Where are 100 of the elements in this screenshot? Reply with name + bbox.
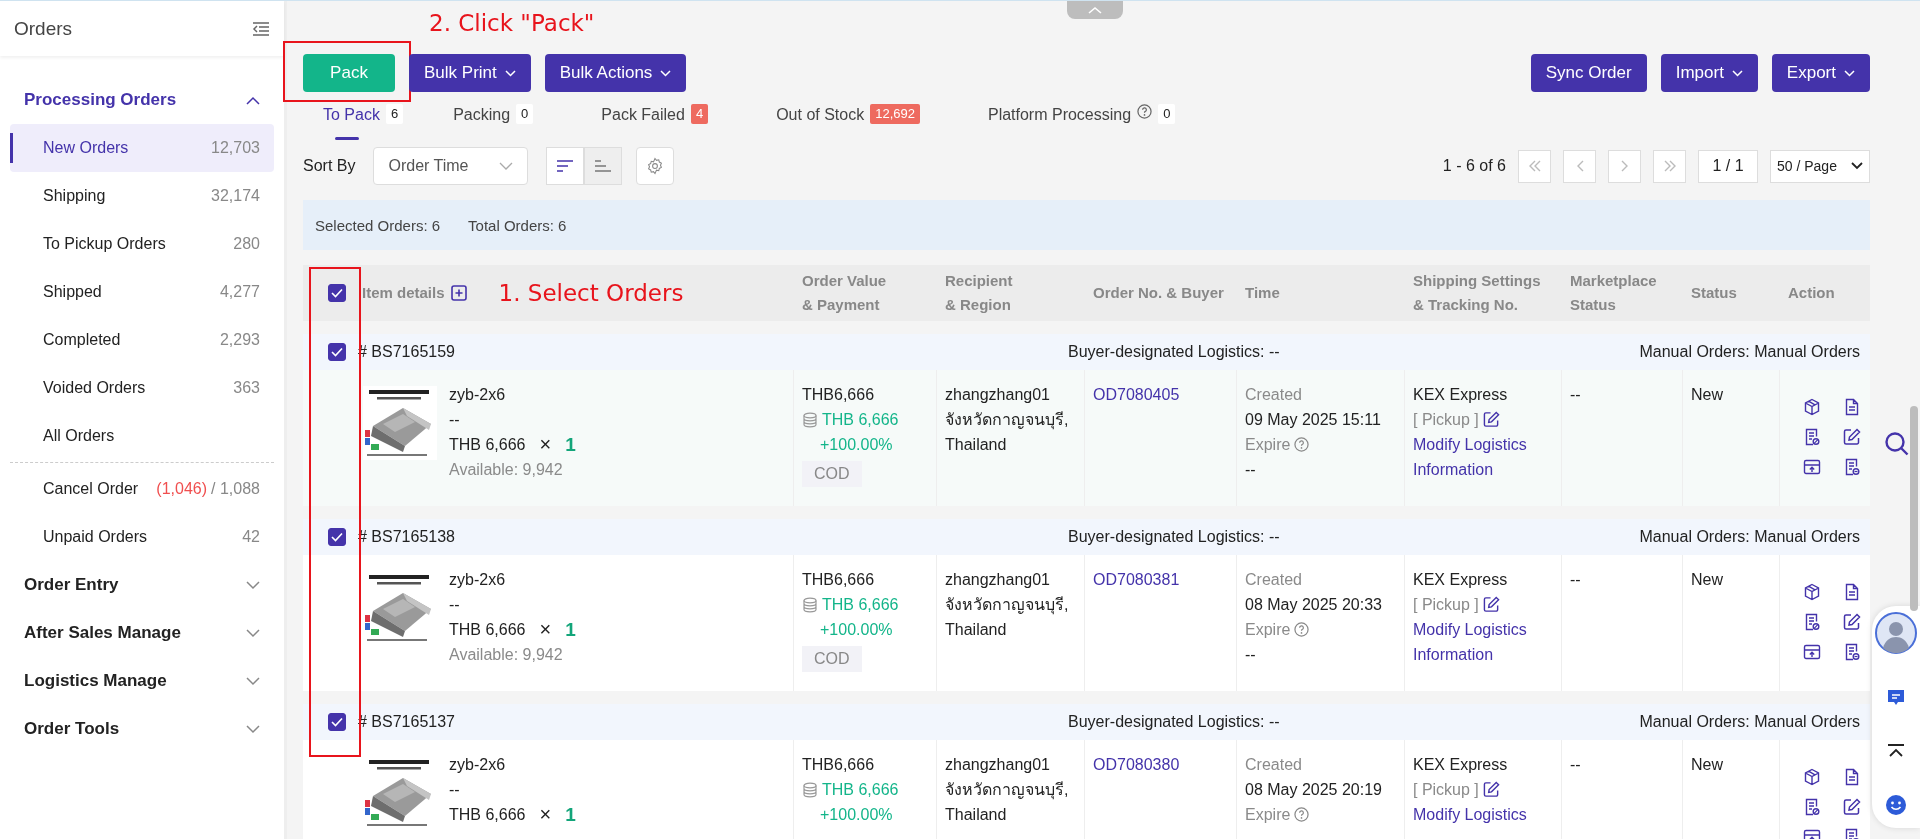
select-all-checkbox[interactable] (328, 284, 346, 302)
column-header: Marketplace Status (1570, 271, 1657, 315)
cube-icon[interactable] (1803, 398, 1821, 416)
recipient-name: zhangzhang01 (945, 755, 1050, 775)
document-icon[interactable] (1843, 458, 1861, 476)
order-number-link[interactable]: OD7080381 (1093, 567, 1180, 592)
sort-select[interactable]: Order Time (373, 147, 529, 185)
product-quantity: 1 (565, 618, 576, 642)
expand-icon[interactable] (450, 285, 467, 301)
caret-icon (246, 724, 260, 734)
order-source: Manual Orders: Manual Orders (1639, 343, 1860, 361)
menu-item[interactable]: Cancel Order (1,046) / 1,088 (10, 465, 274, 513)
edit-icon[interactable] (1482, 781, 1500, 798)
count-badge: 6 (385, 104, 404, 124)
menu-item[interactable]: Shipping 32,174 (10, 172, 274, 220)
caret-icon (246, 628, 260, 638)
paid-amount: THB 6,666 (822, 780, 899, 800)
tab[interactable]: Pack Failed 4 (581, 104, 757, 140)
menu-item-label: Shipped (43, 283, 102, 301)
menu-group[interactable]: Order Tools (10, 705, 274, 753)
order-checkbox[interactable] (328, 713, 346, 731)
menu-group[interactable]: Processing Orders (10, 76, 274, 124)
settings-button[interactable] (636, 147, 675, 185)
scrollbar-thumb[interactable] (1910, 406, 1918, 611)
edit-icon[interactable] (1482, 596, 1500, 613)
box-upload-icon[interactable] (1803, 643, 1821, 661)
order-status: New (1691, 385, 1723, 405)
menu-group[interactable]: After Sales Manage (10, 609, 274, 657)
sort-ascending-button[interactable] (584, 147, 623, 185)
document-icon[interactable] (1843, 768, 1861, 786)
menu-item[interactable]: Completed 2,293 (10, 316, 274, 364)
column-header: Action (1788, 283, 1835, 303)
order-number-link[interactable]: OD7080380 (1093, 752, 1180, 777)
coins-icon (802, 411, 818, 428)
box-upload-icon[interactable] (1803, 458, 1821, 476)
recipient-name: zhangzhang01 (945, 570, 1050, 590)
page-number-field[interactable]: 1 / 1 (1698, 149, 1758, 183)
created-time: 08 May 2025 20:19 (1245, 780, 1382, 800)
order-number-link[interactable]: OD7080405 (1093, 382, 1180, 407)
chevron-left-icon (1575, 160, 1584, 172)
pickup-method: [ Pickup ] (1413, 410, 1479, 430)
edit-icon[interactable] (1843, 613, 1861, 631)
order-checkbox[interactable] (328, 528, 346, 546)
menu-item[interactable]: All Orders (10, 412, 274, 460)
paid-amount: THB 6,666 (822, 595, 899, 615)
logistics-info: Buyer-designated Logistics: -- (1068, 343, 1281, 361)
menu-item-count: 363 (233, 379, 260, 397)
recipient-region: จังหวัดกาญจนบุรี, (945, 595, 1069, 617)
cube-icon[interactable] (1803, 768, 1821, 786)
smiley-icon[interactable] (1885, 794, 1907, 816)
sort-descending-button[interactable] (546, 147, 585, 185)
sort-lines-icon (594, 159, 613, 173)
sidebar-title: Orders (14, 17, 73, 40)
toolbar-button[interactable]: Export (1771, 54, 1870, 92)
avatar[interactable] (1875, 612, 1917, 654)
tab[interactable]: To Pack 6 (303, 104, 434, 140)
toolbar-button[interactable]: Bulk Actions (544, 54, 687, 92)
toolbar-button[interactable]: Import (1660, 54, 1758, 92)
toolbar-button[interactable]: Bulk Print (409, 54, 531, 92)
tab[interactable]: Packing 0 (433, 104, 582, 140)
menu-item[interactable]: Unpaid Orders 42 (10, 513, 274, 561)
created-time: 08 May 2025 20:33 (1245, 595, 1382, 615)
menu-item[interactable]: Voided Orders 363 (10, 364, 274, 412)
menu-group[interactable]: Logistics Manage (10, 657, 274, 705)
document-check-icon[interactable] (1803, 798, 1821, 816)
tab[interactable]: Platform Processing 0 (967, 104, 1196, 140)
menu-item-label: Unpaid Orders (43, 528, 148, 546)
pickup-method: [ Pickup ] (1413, 780, 1479, 800)
menu-item[interactable]: Shipped 4,277 (10, 268, 274, 316)
column-header: Shipping Settings & Tracking No. (1413, 271, 1541, 315)
document-icon[interactable] (1843, 398, 1861, 416)
collapse-menu-icon[interactable] (252, 20, 270, 37)
step-annotation: 2. Click "Pack" (429, 10, 595, 36)
document-check-icon[interactable] (1803, 613, 1821, 631)
tab[interactable]: Out of Stock 12,692 (756, 104, 968, 140)
document-icon[interactable] (1843, 643, 1861, 661)
edit-icon[interactable] (1482, 411, 1500, 428)
tab-label: Out of Stock (776, 105, 865, 125)
product-variant: -- (449, 595, 461, 615)
toolbar-button[interactable]: Sync Order (1530, 54, 1647, 92)
modify-logistics-link[interactable]: Modify Logistics Information (1413, 617, 1553, 667)
document-check-icon[interactable] (1803, 428, 1821, 446)
edit-icon[interactable] (1843, 428, 1861, 446)
modify-logistics-link[interactable]: Modify Logistics (1413, 802, 1527, 827)
document-icon[interactable] (1843, 583, 1861, 601)
page-size-select[interactable]: 50 / Page (1770, 149, 1870, 183)
tab-label: To Pack (323, 105, 380, 125)
count-badge: 4 (690, 104, 709, 124)
menu-item[interactable]: To Pickup Orders 280 (10, 220, 274, 268)
edit-icon[interactable] (1843, 798, 1861, 816)
menu-item[interactable]: New Orders 12,703 (10, 124, 274, 172)
total-count: Total Orders: 6 (468, 216, 567, 234)
cube-icon[interactable] (1803, 583, 1821, 601)
marketplace-status: -- (1570, 755, 1581, 775)
search-icon[interactable] (1884, 431, 1910, 457)
modify-logistics-link[interactable]: Modify Logistics Information (1413, 432, 1553, 482)
menu-group[interactable]: Order Entry (10, 561, 274, 609)
menu-item-label: Cancel Order (43, 480, 139, 498)
carrier-name: KEX Express (1413, 755, 1508, 775)
order-checkbox[interactable] (328, 343, 346, 361)
